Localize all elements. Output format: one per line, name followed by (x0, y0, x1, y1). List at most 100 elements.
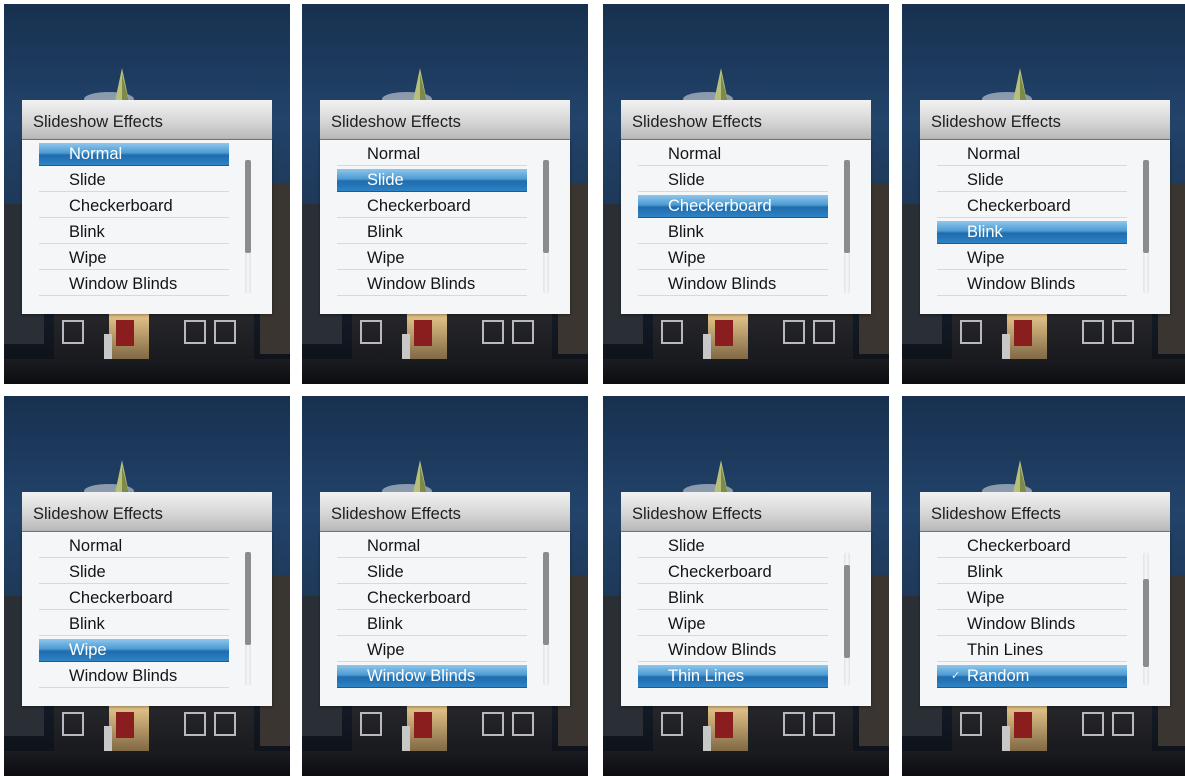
scrollbar[interactable] (543, 160, 549, 294)
effect-item[interactable]: Checkerboard (937, 195, 1127, 218)
effect-item[interactable]: Thin Lines (638, 665, 828, 688)
scrollbar-thumb[interactable] (844, 160, 850, 253)
effect-item[interactable]: Window Blinds (937, 273, 1127, 296)
effect-item-label: Checkerboard (668, 197, 772, 215)
dialog-title: Slideshow Effects (331, 505, 461, 523)
effect-item[interactable]: Wipe (638, 247, 828, 270)
effect-item[interactable]: Checkerboard (937, 535, 1127, 558)
effects-list: Normal Slide Checkerboard Blink Wipe Window B… (22, 140, 272, 314)
effect-item[interactable]: Slide (337, 561, 527, 584)
effect-item[interactable]: Wipe (337, 247, 527, 270)
effect-item[interactable]: Normal (337, 535, 527, 558)
effect-item[interactable]: Blink (337, 221, 527, 244)
effect-item[interactable]: Blink (937, 221, 1127, 244)
ground (302, 751, 588, 776)
effect-item-label: Checkerboard (967, 197, 1071, 215)
effects-list: Normal Slide Checkerboard Blink Wipe Window B… (621, 140, 871, 314)
effect-item-label: Window Blinds (967, 275, 1076, 293)
effect-item[interactable]: Wipe (39, 639, 229, 662)
scrollbar[interactable] (245, 160, 251, 294)
effect-item[interactable]: Thin Lines (937, 639, 1127, 662)
effect-item[interactable]: Checkerboard (638, 195, 828, 218)
dialog-title: Slideshow Effects (632, 505, 762, 523)
scrollbar-thumb[interactable] (844, 565, 850, 658)
effect-item[interactable]: Wipe (937, 247, 1127, 270)
effect-item[interactable]: Checkerboard (337, 195, 527, 218)
effect-item[interactable]: Blink (638, 587, 828, 610)
effect-item[interactable]: Checkerboard (638, 561, 828, 584)
effect-item[interactable]: Slide (937, 169, 1127, 192)
effect-item-label: Checkerboard (367, 197, 471, 215)
effect-item[interactable]: Slide (337, 169, 527, 192)
effect-item[interactable]: Wipe (39, 247, 229, 270)
effect-item[interactable]: Wipe (638, 613, 828, 636)
scrollbar[interactable] (543, 552, 549, 686)
ground (603, 751, 889, 776)
scrollbar[interactable] (245, 552, 251, 686)
effect-item[interactable]: Window Blinds (337, 665, 527, 688)
effect-item-label: Wipe (967, 249, 1005, 267)
effect-item[interactable]: ✓ Random (937, 665, 1127, 688)
effect-item[interactable]: Blink (337, 613, 527, 636)
effect-item-label: Slide (668, 171, 705, 189)
effect-item[interactable]: Normal (937, 143, 1127, 166)
effect-item-label: Blink (69, 223, 105, 241)
scrollbar[interactable] (1143, 552, 1149, 686)
dialog-header: Slideshow Effects (320, 100, 570, 140)
screenshot-panel: Slideshow Effects Normal Slide Checkerboar… (4, 4, 290, 384)
scrollbar-thumb[interactable] (543, 552, 549, 645)
effect-item[interactable]: Blink (39, 613, 229, 636)
effect-item[interactable]: Window Blinds (638, 639, 828, 662)
window (184, 320, 206, 344)
effect-item[interactable]: Normal (337, 143, 527, 166)
effect-item[interactable]: Blink (638, 221, 828, 244)
scrollbar-thumb[interactable] (245, 160, 251, 253)
dialog-title: Slideshow Effects (33, 505, 163, 523)
scrollbar-thumb[interactable] (1143, 160, 1149, 253)
effect-item-label: Blink (668, 223, 704, 241)
effect-item-label: Wipe (367, 249, 405, 267)
effect-item-label: Wipe (69, 249, 107, 267)
effect-item[interactable]: Window Blinds (39, 665, 229, 688)
scrollbar[interactable] (1143, 160, 1149, 294)
effect-item[interactable]: Window Blinds (337, 273, 527, 296)
effect-item-label: Blink (367, 223, 403, 241)
effect-item-label: Window Blinds (367, 275, 476, 293)
effect-item[interactable]: Slide (638, 169, 828, 192)
effect-item[interactable]: Blink (937, 561, 1127, 584)
effect-item-label: Checkerboard (69, 197, 173, 215)
effect-item[interactable]: Normal (638, 143, 828, 166)
effect-item-label: Checkerboard (967, 537, 1071, 555)
check-icon: ✓ (951, 670, 961, 682)
effect-item-label: Window Blinds (967, 615, 1076, 633)
scrollbar[interactable] (844, 160, 850, 294)
scrollbar-thumb[interactable] (1143, 579, 1149, 667)
scrollbar-thumb[interactable] (543, 160, 549, 253)
screenshot-panel: Slideshow Effects Normal Slide Checkerboar… (902, 4, 1185, 384)
effect-item[interactable]: Window Blinds (937, 613, 1127, 636)
effect-item-label: Normal (668, 145, 722, 163)
effect-item[interactable]: Slide (39, 169, 229, 192)
effect-item[interactable]: Window Blinds (39, 273, 229, 296)
effect-item[interactable]: Checkerboard (39, 587, 229, 610)
effect-item[interactable]: Wipe (337, 639, 527, 662)
effect-item[interactable]: Checkerboard (337, 587, 527, 610)
effect-item-label: Thin Lines (668, 667, 745, 685)
effect-item-label: Window Blinds (668, 275, 777, 293)
effect-item-label: Blink (69, 615, 105, 633)
window (1112, 320, 1134, 344)
effect-item[interactable]: Blink (39, 221, 229, 244)
effect-item[interactable]: Slide (39, 561, 229, 584)
scrollbar[interactable] (844, 552, 850, 686)
effect-item[interactable]: Slide (638, 535, 828, 558)
effect-item[interactable]: Normal (39, 143, 229, 166)
effect-item[interactable]: Wipe (937, 587, 1127, 610)
effect-item[interactable]: Normal (39, 535, 229, 558)
red-door (414, 712, 432, 738)
effect-item-label: Random (967, 667, 1030, 685)
effect-item-label: Checkerboard (69, 589, 173, 607)
effect-item[interactable]: Window Blinds (638, 273, 828, 296)
scrollbar-thumb[interactable] (245, 552, 251, 645)
effect-item[interactable]: Checkerboard (39, 195, 229, 218)
effect-item-label: Wipe (668, 615, 706, 633)
